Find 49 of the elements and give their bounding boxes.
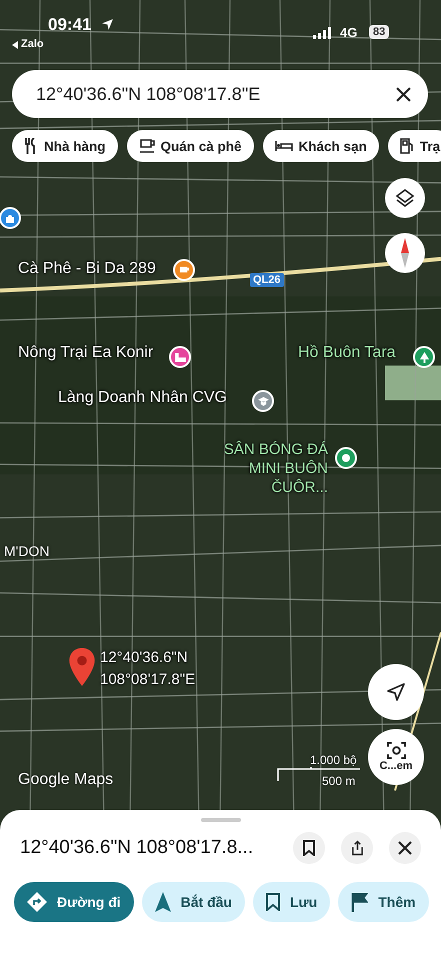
scale-label: 1.000 bộ: [310, 753, 357, 767]
close-button[interactable]: [389, 832, 421, 864]
category-chip[interactable]: Trạ: [388, 130, 441, 162]
action-button[interactable]: Lưu: [252, 882, 330, 922]
search-field[interactable]: 12°40'36.6"N 108°08'17.8"E: [12, 70, 428, 118]
place-label[interactable]: SÂN BÓNG ĐÁ MINI BUÔN ČUÔR...: [190, 440, 328, 497]
action-button[interactable]: Bắt đầu: [142, 882, 245, 922]
category-chip[interactable]: Quán cà phê: [126, 130, 254, 162]
back-app-link[interactable]: Zalo: [21, 38, 44, 50]
compass-icon: [400, 238, 410, 268]
drag-handle[interactable]: [200, 818, 240, 822]
flag-icon: [351, 892, 368, 912]
action-button[interactable]: Đường đi: [14, 882, 134, 922]
location-arrow-icon: [101, 18, 114, 31]
category-chip[interactable]: Nhà hàng: [12, 130, 118, 162]
fork-knife-icon: [24, 138, 38, 154]
navigation-arrow-icon: [154, 892, 171, 912]
bookmark-icon: [303, 840, 315, 856]
close-icon[interactable]: [396, 86, 411, 102]
coffee-cup-icon: [138, 138, 155, 154]
scale-label: 500 m: [322, 774, 356, 788]
signal-icon: [313, 27, 333, 39]
category-chip[interactable]: Khách sạn: [262, 130, 379, 162]
close-icon: [398, 841, 412, 855]
location-pin-icon: [69, 648, 95, 686]
bookmark-icon: [266, 893, 280, 911]
share-icon: [350, 840, 364, 856]
status-time: 09:41: [48, 15, 92, 35]
layers-icon: [395, 188, 415, 208]
place-title: 12°40'36.6"N 108°08'17.8...: [20, 837, 254, 859]
map-logo: Google Maps: [18, 771, 114, 789]
network-label: 4G: [340, 25, 358, 40]
bed-icon: [274, 140, 293, 152]
camera-icon: [386, 742, 406, 759]
battery-indicator: 83: [369, 25, 390, 39]
save-button[interactable]: [293, 832, 325, 864]
place-label[interactable]: Hồ Buôn Tara: [298, 344, 396, 362]
fuel-pump-icon: [400, 138, 414, 154]
navigation-arrow-icon: [386, 682, 406, 702]
coordinates-label: 12°40'36.6"N 108°08'17.8"E: [100, 648, 196, 690]
area-label: M'DON: [4, 543, 50, 559]
road-shield: QL26: [250, 273, 284, 287]
back-icon[interactable]: [12, 41, 18, 49]
place-label[interactable]: Cà Phê - Bi Da 289: [18, 260, 156, 278]
directions-icon: [27, 892, 47, 912]
place-label[interactable]: Làng Doanh Nhân CVG: [58, 389, 227, 407]
share-button[interactable]: [341, 832, 373, 864]
action-button[interactable]: Thêm: [338, 882, 429, 922]
place-label[interactable]: Nông Trại Ea Konir: [18, 344, 154, 362]
